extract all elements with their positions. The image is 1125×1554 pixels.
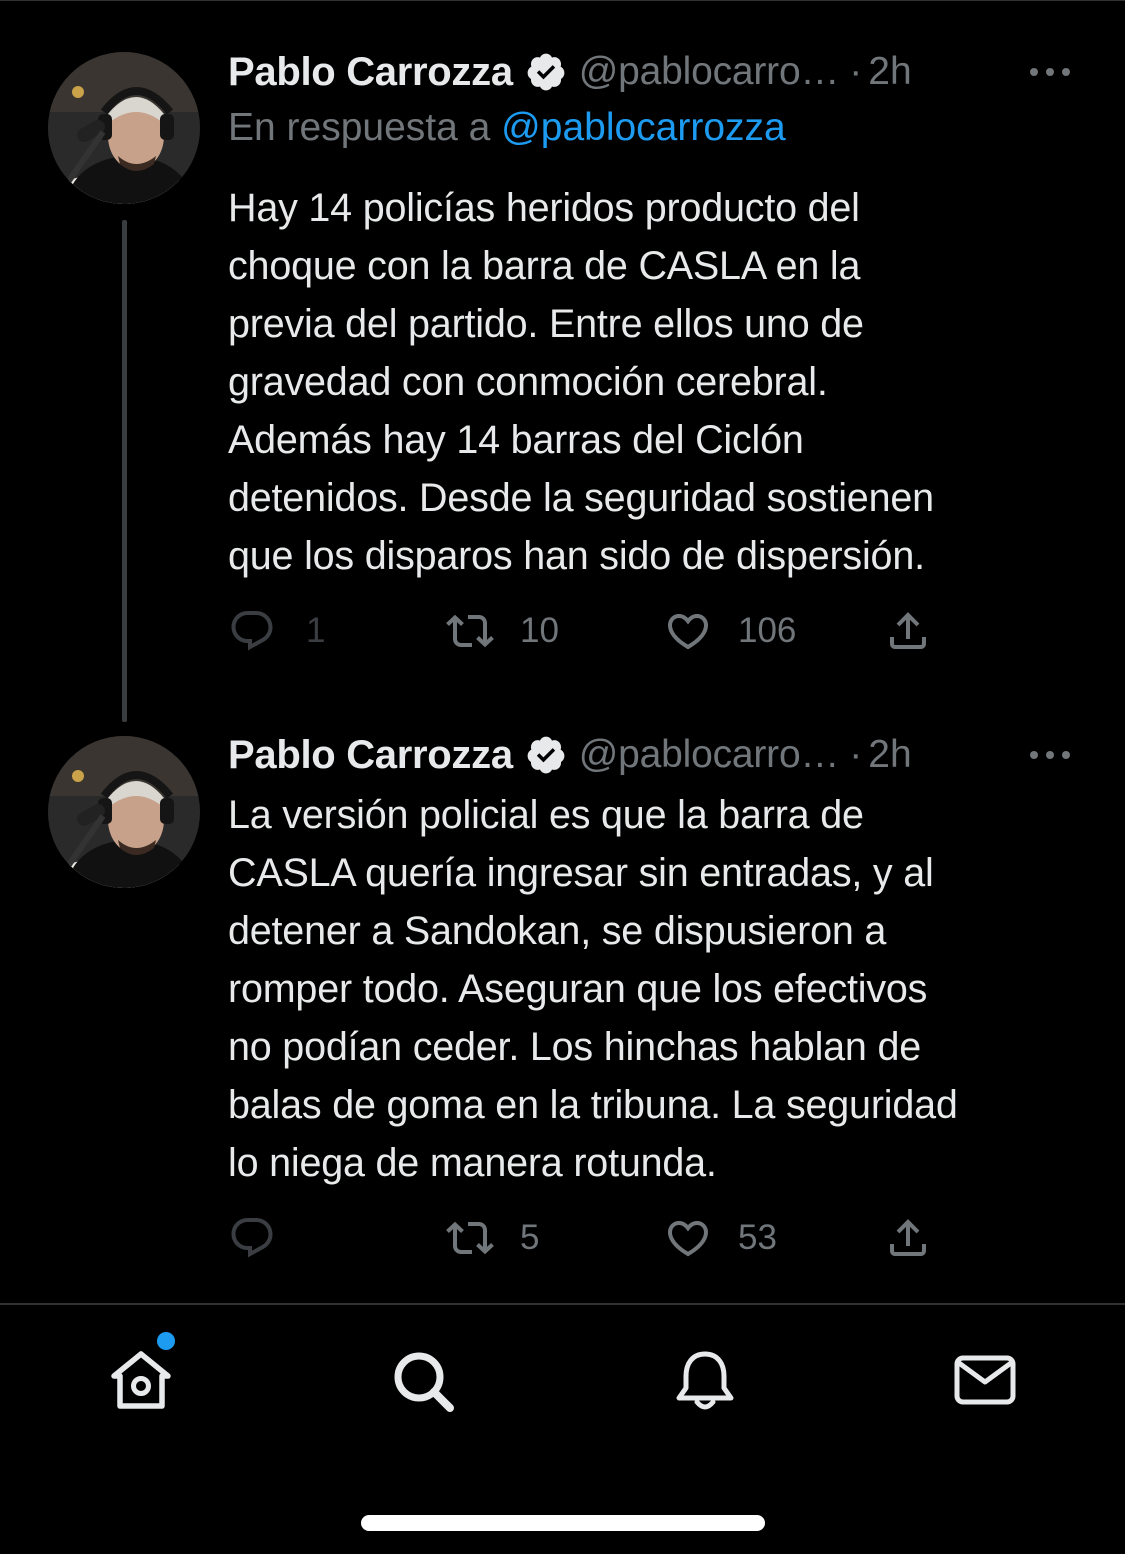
author-handle[interactable]: @pablocarro…: [579, 733, 840, 777]
retweet-icon: [446, 1221, 494, 1255]
separator-dot: ·: [849, 50, 863, 93]
more-horizontal-icon[interactable]: [1026, 745, 1074, 765]
reply-count: 1: [306, 611, 326, 650]
author-avatar[interactable]: [48, 736, 200, 888]
reply-button[interactable]: 1: [228, 606, 325, 656]
top-divider: [0, 0, 1125, 1]
share-button[interactable]: [884, 1213, 932, 1263]
retweet-button[interactable]: 5: [446, 1213, 539, 1263]
reply-icon: [231, 611, 273, 651]
share-icon: [890, 612, 926, 649]
display-name[interactable]: Pablo Carrozza: [228, 733, 513, 778]
reply-context: En respuesta a @pablocarrozza: [228, 106, 786, 150]
share-button[interactable]: [884, 606, 932, 656]
home-indicator[interactable]: [361, 1515, 765, 1531]
notifications-icon[interactable]: [670, 1346, 740, 1416]
retweet-count: 10: [520, 611, 559, 650]
thread-connector-line: [122, 220, 127, 722]
like-button[interactable]: 106: [664, 606, 796, 656]
search-icon[interactable]: [388, 1346, 458, 1416]
more-horizontal-icon[interactable]: [1026, 62, 1074, 82]
reply-prefix: En respuesta a: [228, 106, 502, 149]
tweet-text: La versión policial es que la barra de C…: [228, 793, 958, 1185]
tweet-header: Pablo Carrozza @pablocarro… · 2h: [228, 731, 912, 779]
heart-icon: [667, 1221, 709, 1257]
tweet-header: Pablo Carrozza @pablocarro… · 2h: [228, 48, 912, 96]
author-handle[interactable]: @pablocarro…: [579, 50, 840, 94]
bottom-nav-divider: [0, 1303, 1125, 1305]
tweet-time[interactable]: 2h: [868, 50, 911, 94]
display-name[interactable]: Pablo Carrozza: [228, 50, 513, 95]
reply-button[interactable]: [228, 1213, 302, 1263]
retweet-count: 5: [520, 1218, 540, 1257]
home-notification-dot: [157, 1332, 175, 1350]
heart-icon: [667, 614, 709, 650]
messages-icon[interactable]: [950, 1346, 1020, 1416]
share-icon: [890, 1219, 926, 1256]
like-count: 106: [738, 611, 797, 650]
like-count: 53: [738, 1218, 777, 1257]
like-button[interactable]: 53: [664, 1213, 777, 1263]
tweet-text: Hay 14 policías heridos producto del cho…: [228, 186, 934, 578]
verified-badge-icon: [527, 736, 565, 774]
retweet-button[interactable]: 10: [446, 606, 559, 656]
reply-icon: [231, 1218, 273, 1258]
reply-mention-link[interactable]: @pablocarrozza: [501, 106, 786, 149]
retweet-icon: [446, 614, 494, 648]
verified-badge-icon: [527, 53, 565, 91]
tweet-time[interactable]: 2h: [868, 733, 911, 777]
separator-dot: ·: [849, 733, 863, 776]
author-avatar[interactable]: [48, 52, 200, 204]
home-icon[interactable]: [106, 1346, 176, 1416]
